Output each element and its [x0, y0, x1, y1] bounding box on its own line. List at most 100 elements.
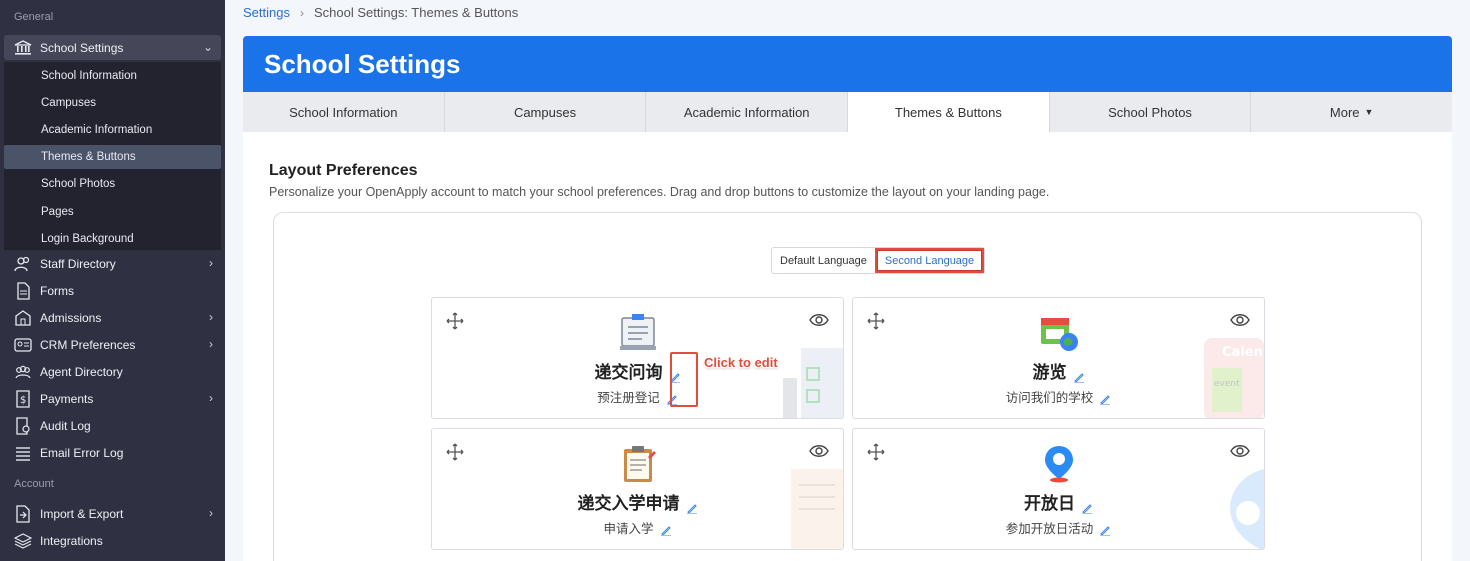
card-subtitle: 预注册登记 — [432, 387, 843, 406]
sub-item-school-information[interactable]: School Information — [4, 64, 221, 88]
breadcrumb: Settings › School Settings: Themes & But… — [243, 5, 518, 20]
sidebar-item-label: Audit Log — [40, 418, 91, 433]
tab-school-information[interactable]: School Information — [243, 92, 445, 132]
sidebar-item-staff-directory[interactable]: Staff Directory › — [4, 251, 221, 276]
drag-handle-icon[interactable] — [446, 443, 464, 466]
tab-more[interactable]: More ▼ — [1251, 92, 1452, 132]
sidebar-item-label: Staff Directory — [40, 256, 116, 271]
crm-icon — [12, 336, 34, 354]
chevron-down-icon: ⌄ — [202, 40, 213, 54]
card-subtitle: 访问我们的学校 — [853, 387, 1264, 406]
layout-panel: Default Language Second Language 递交问询 预注… — [273, 212, 1422, 561]
calendar-globe-icon — [1040, 318, 1078, 351]
tab-campuses[interactable]: Campuses — [445, 92, 647, 132]
card-title: 递交问询 — [432, 358, 843, 383]
page-header: School Settings — [243, 36, 1452, 92]
click-to-edit-callout: Click to edit — [704, 355, 778, 370]
sub-item-login-background[interactable]: Login Background — [4, 227, 221, 251]
sidebar-item-agent-directory[interactable]: Agent Directory — [4, 359, 221, 384]
document-icon — [12, 281, 34, 300]
sidebar-item-label: School Settings — [40, 40, 124, 55]
chevron-right-icon: › — [299, 5, 304, 20]
sidebar-item-crm-preferences[interactable]: CRM Preferences › — [4, 332, 221, 357]
eye-icon[interactable] — [1230, 313, 1250, 332]
sidebar-item-admissions[interactable]: Admissions › — [4, 305, 221, 330]
caret-down-icon: ▼ — [1364, 107, 1374, 117]
users-icon — [12, 255, 34, 273]
svg-text:$: $ — [20, 395, 26, 406]
edit-highlight-box — [670, 352, 698, 407]
location-pin-icon — [1044, 446, 1073, 483]
language-toggle: Default Language Second Language — [771, 247, 986, 274]
sidebar-item-label: Email Error Log — [40, 445, 124, 460]
sub-item-themes-buttons[interactable]: Themes & Buttons — [4, 145, 221, 169]
building-icon — [12, 309, 34, 327]
default-language-button[interactable]: Default Language — [772, 248, 875, 273]
main-content: Layout Preferences Personalize your Open… — [243, 132, 1452, 561]
payment-icon: $ — [12, 389, 34, 408]
sidebar-item-label: Agent Directory — [40, 364, 123, 379]
chevron-right-icon: › — [209, 391, 213, 405]
sidebar-item-label: Import & Export — [40, 506, 124, 521]
section-title: Layout Preferences — [269, 162, 418, 179]
school-settings-subnav: School Information Campuses Academic Inf… — [4, 62, 221, 250]
sidebar-item-audit-log[interactable]: Audit Log — [4, 413, 221, 438]
sidebar-item-label: CRM Preferences — [40, 337, 136, 352]
button-card-inquiry[interactable]: 递交问询 预注册登记 Click to edit — [431, 297, 844, 419]
edit-pencil-icon[interactable] — [686, 499, 698, 514]
page-title: School Settings — [264, 49, 461, 79]
chevron-right-icon: › — [209, 337, 213, 351]
sub-item-campuses[interactable]: Campuses — [4, 91, 221, 115]
second-language-button[interactable]: Second Language — [874, 248, 985, 273]
edit-pencil-icon[interactable] — [1099, 393, 1111, 405]
drag-handle-icon[interactable] — [867, 312, 885, 335]
eye-icon[interactable] — [809, 313, 829, 332]
breadcrumb-settings-link[interactable]: Settings — [243, 5, 290, 20]
sidebar-item-school-settings[interactable]: School Settings ⌄ — [4, 35, 221, 60]
tab-more-label: More — [1329, 104, 1360, 120]
sidebar-section-general: General — [14, 11, 54, 23]
sidebar-item-label: Admissions — [40, 310, 102, 325]
sidebar-section-account: Account — [14, 478, 54, 490]
sidebar-item-label: Payments — [40, 391, 94, 406]
drag-handle-icon[interactable] — [867, 443, 885, 466]
chevron-right-icon: › — [209, 506, 213, 520]
card-title: 递交入学申请 — [432, 489, 843, 514]
card-subtitle: 参加开放日活动 — [853, 518, 1264, 537]
button-card-tour[interactable]: Calen event 游览 访问我们的学校 — [852, 297, 1265, 419]
bank-icon — [12, 39, 34, 57]
card-title: 游览 — [853, 358, 1264, 383]
import-export-icon — [12, 504, 34, 523]
sidebar-item-email-error-log[interactable]: Email Error Log — [4, 440, 221, 465]
sub-item-academic-information[interactable]: Academic Information — [4, 118, 221, 142]
sub-item-school-photos[interactable]: School Photos — [4, 172, 221, 196]
tab-academic-information[interactable]: Academic Information — [646, 92, 849, 132]
card-subtitle: 申请入学 — [432, 518, 843, 537]
button-card-open-day[interactable]: 开放日 参加开放日活动 — [852, 428, 1265, 550]
chevron-right-icon: › — [209, 256, 213, 270]
breadcrumb-current: School Settings: Themes & Buttons — [313, 5, 519, 20]
clipboard-icon — [623, 446, 656, 482]
sidebar-item-payments[interactable]: $ Payments › — [4, 386, 221, 411]
eye-icon[interactable] — [1230, 444, 1250, 463]
audit-icon — [12, 416, 34, 435]
button-card-application[interactable]: 递交入学申请 申请入学 — [431, 428, 844, 550]
sidebar: General School Settings ⌄ School Informa… — [0, 0, 225, 561]
tab-school-photos[interactable]: School Photos — [1050, 92, 1252, 132]
drag-handle-icon[interactable] — [446, 312, 464, 335]
chevron-right-icon: › — [209, 310, 213, 324]
sub-item-pages[interactable]: Pages — [4, 200, 221, 224]
section-description: Personalize your OpenApply account to ma… — [269, 185, 1050, 199]
edit-pencil-icon[interactable] — [1081, 499, 1093, 514]
edit-pencil-icon[interactable] — [1099, 524, 1111, 536]
sidebar-item-forms[interactable]: Forms — [4, 278, 221, 303]
layers-icon — [12, 532, 34, 550]
tab-themes-buttons[interactable]: Themes & Buttons — [848, 92, 1050, 132]
eye-icon[interactable] — [809, 444, 829, 463]
list-icon — [12, 444, 34, 462]
sidebar-item-label: Forms — [40, 283, 74, 298]
edit-pencil-icon[interactable] — [1073, 368, 1085, 383]
edit-pencil-icon[interactable] — [660, 524, 672, 536]
sidebar-item-import-export[interactable]: Import & Export › — [4, 501, 221, 526]
sidebar-item-integrations[interactable]: Integrations — [4, 528, 221, 553]
